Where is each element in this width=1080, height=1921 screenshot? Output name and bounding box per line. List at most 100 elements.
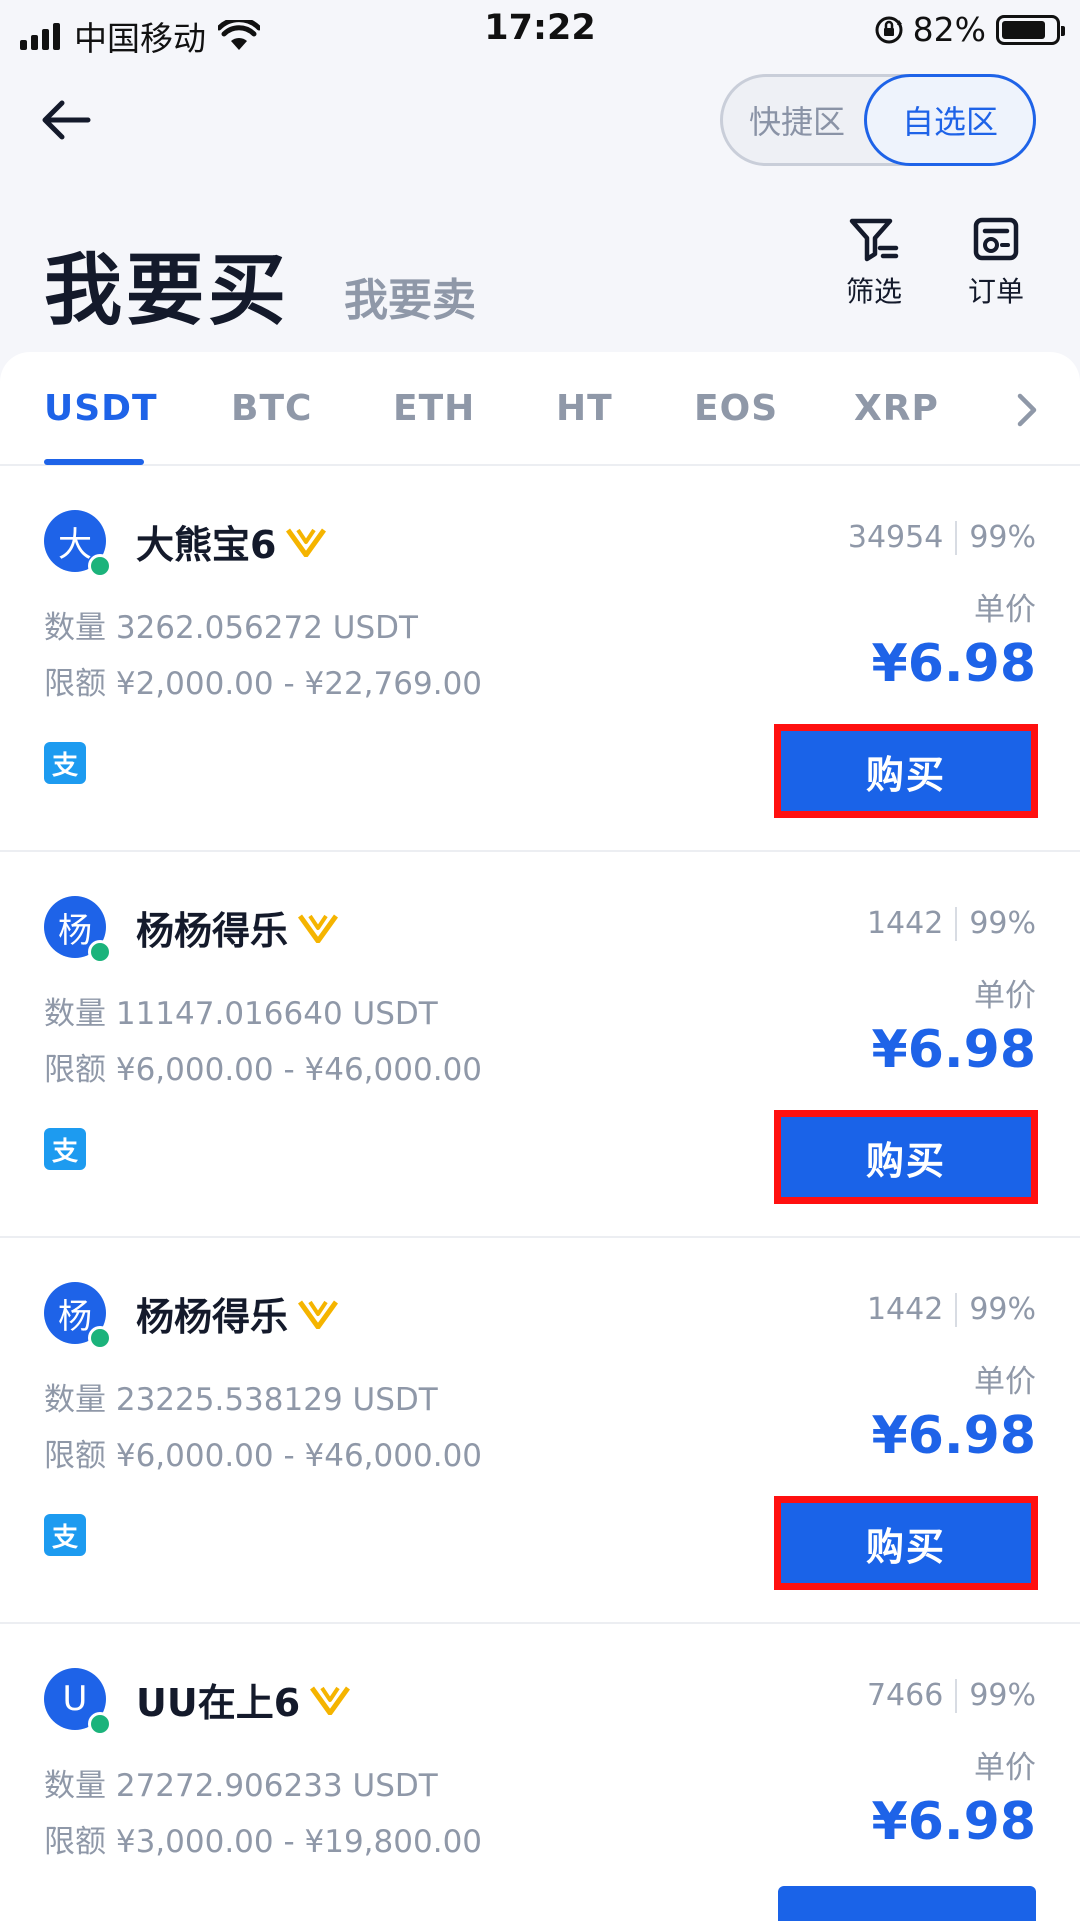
buy-button[interactable]: 购买 — [781, 1117, 1031, 1197]
tab-usdt[interactable]: USDT — [44, 388, 158, 429]
stats-divider — [955, 520, 958, 555]
quantity: 数量 3262.056272 USDT — [44, 610, 418, 646]
listing-item: 杨 杨杨得乐 1442 99% 数量 11147.016640 USDT 限额 … — [0, 852, 1080, 1238]
online-dot — [88, 940, 112, 964]
buy-button-highlight: 购买 — [774, 724, 1038, 818]
listing-item: 杨 杨杨得乐 1442 99% 数量 23225.538129 USDT 限额 … — [0, 1238, 1080, 1624]
avatar-initial: 杨 — [58, 910, 92, 951]
listing-panel: USDT BTC ETH HT EOS XRP 大 大熊宝6 34954 99%… — [0, 352, 1080, 1921]
verified-badge-icon — [298, 914, 339, 943]
tab-sell-title[interactable]: 我要卖 — [344, 264, 476, 328]
tab-ht[interactable]: HT — [556, 388, 613, 429]
verified-badge-icon — [298, 1300, 339, 1329]
online-dot — [88, 1712, 112, 1736]
chevron-right-icon[interactable] — [1012, 390, 1040, 430]
tab-buy-title[interactable]: 我要买 — [44, 228, 290, 340]
completion-rate: 99% — [969, 1678, 1036, 1713]
filter-button[interactable]: 筛选 — [824, 216, 924, 310]
orders-label: 订单 — [967, 275, 1024, 308]
orders-button[interactable]: 订单 — [946, 216, 1046, 310]
merchant-name-text: 杨杨得乐 — [136, 909, 289, 953]
filter-icon — [849, 218, 899, 262]
status-right: 82% — [873, 10, 1065, 49]
price-label: 单价 — [974, 592, 1036, 628]
tab-eos[interactable]: EOS — [694, 388, 778, 429]
completion-rate: 99% — [969, 906, 1036, 941]
arrow-left-icon — [42, 100, 91, 140]
battery-percent: 82% — [912, 10, 986, 49]
tab-btc[interactable]: BTC — [231, 388, 312, 429]
order-count: 34954 — [847, 520, 944, 555]
buy-button[interactable]: 购买 — [781, 731, 1031, 811]
screen: 中国移动 17:22 82% 快捷区 自选区 我要买 我要卖 筛选 订单 USD… — [0, 0, 1080, 1921]
zone-segmented-control: 快捷区 自选区 — [720, 74, 1036, 166]
segment-favorites-zone[interactable]: 自选区 — [864, 74, 1036, 166]
limit-range: 限额 ¥2,000.00 - ¥22,769.00 — [44, 666, 483, 702]
limit-range: 限额 ¥3,000.00 - ¥19,800.00 — [44, 1824, 483, 1860]
order-count: 1442 — [866, 906, 944, 941]
listing-item: U UU在上6 7466 99% 数量 27272.906233 USDT 限额… — [0, 1624, 1080, 1921]
buy-button[interactable] — [778, 1886, 1036, 1921]
price-label: 单价 — [974, 1750, 1036, 1786]
merchant-name-text: 大熊宝6 — [136, 523, 277, 567]
avatar-initial: 杨 — [58, 1296, 92, 1337]
avatar[interactable]: U — [44, 1668, 112, 1736]
tab-xrp[interactable]: XRP — [854, 388, 939, 429]
unit-price: ¥6.98 — [871, 634, 1036, 694]
merchant-name[interactable]: 杨杨得乐 — [136, 1286, 339, 1341]
merchant-name[interactable]: 大熊宝6 — [136, 514, 327, 569]
limit-range: 限额 ¥6,000.00 - ¥46,000.00 — [44, 1438, 483, 1474]
buy-button-highlight: 购买 — [774, 1110, 1038, 1204]
alipay-icon: 支 — [44, 742, 86, 784]
orders-icon — [973, 217, 1019, 261]
completion-rate: 99% — [969, 1292, 1036, 1327]
quantity: 数量 27272.906233 USDT — [44, 1768, 438, 1804]
coin-tabs: USDT BTC ETH HT EOS XRP — [0, 352, 1080, 466]
order-count: 1442 — [866, 1292, 944, 1327]
price-label: 单价 — [974, 978, 1036, 1014]
verified-badge-icon — [310, 1686, 351, 1715]
avatar[interactable]: 杨 — [44, 896, 112, 964]
stats-divider — [955, 1678, 958, 1713]
avatar-initial: 大 — [58, 524, 92, 565]
buy-button[interactable]: 购买 — [781, 1503, 1031, 1583]
online-dot — [88, 1326, 112, 1350]
price-label: 单价 — [974, 1364, 1036, 1400]
merchant-name[interactable]: UU在上6 — [136, 1672, 351, 1727]
back-button[interactable] — [40, 95, 96, 145]
unit-price: ¥6.98 — [871, 1792, 1036, 1852]
limit-range: 限额 ¥6,000.00 - ¥46,000.00 — [44, 1052, 483, 1088]
stats-divider — [955, 1292, 958, 1327]
battery-icon — [996, 14, 1065, 45]
stats-divider — [955, 906, 958, 941]
listing-item: 大 大熊宝6 34954 99% 数量 3262.056272 USDT 限额 … — [0, 466, 1080, 852]
rotation-lock-icon — [875, 16, 903, 43]
merchant-stats: 1442 99% — [867, 1292, 1036, 1327]
order-count: 7466 — [866, 1678, 944, 1713]
filter-label: 筛选 — [845, 275, 902, 308]
status-bar: 中国移动 17:22 82% — [0, 0, 1080, 62]
unit-price: ¥6.98 — [871, 1406, 1036, 1466]
merchant-name-text: 杨杨得乐 — [136, 1295, 289, 1339]
battery-fill — [1002, 20, 1045, 39]
merchant-name[interactable]: 杨杨得乐 — [136, 900, 339, 955]
online-dot — [88, 554, 112, 578]
active-tab-indicator — [44, 459, 144, 465]
alipay-icon: 支 — [44, 1514, 86, 1556]
tab-eth[interactable]: ETH — [393, 388, 475, 429]
avatar[interactable]: 杨 — [44, 1282, 112, 1350]
buy-button-highlight: 购买 — [774, 1496, 1038, 1590]
avatar[interactable]: 大 — [44, 510, 112, 578]
merchant-stats: 1442 99% — [867, 906, 1036, 941]
verified-badge-icon — [286, 528, 327, 557]
completion-rate: 99% — [969, 520, 1036, 555]
merchant-stats: 34954 99% — [848, 520, 1036, 555]
merchant-stats: 7466 99% — [867, 1678, 1036, 1713]
quantity: 数量 11147.016640 USDT — [44, 996, 438, 1032]
quantity: 数量 23225.538129 USDT — [44, 1382, 438, 1418]
unit-price: ¥6.98 — [871, 1020, 1036, 1080]
alipay-icon: 支 — [44, 1128, 86, 1170]
merchant-name-text: UU在上6 — [136, 1681, 301, 1725]
avatar-initial: U — [62, 1679, 88, 1719]
segment-quick-zone[interactable]: 快捷区 — [723, 77, 871, 163]
